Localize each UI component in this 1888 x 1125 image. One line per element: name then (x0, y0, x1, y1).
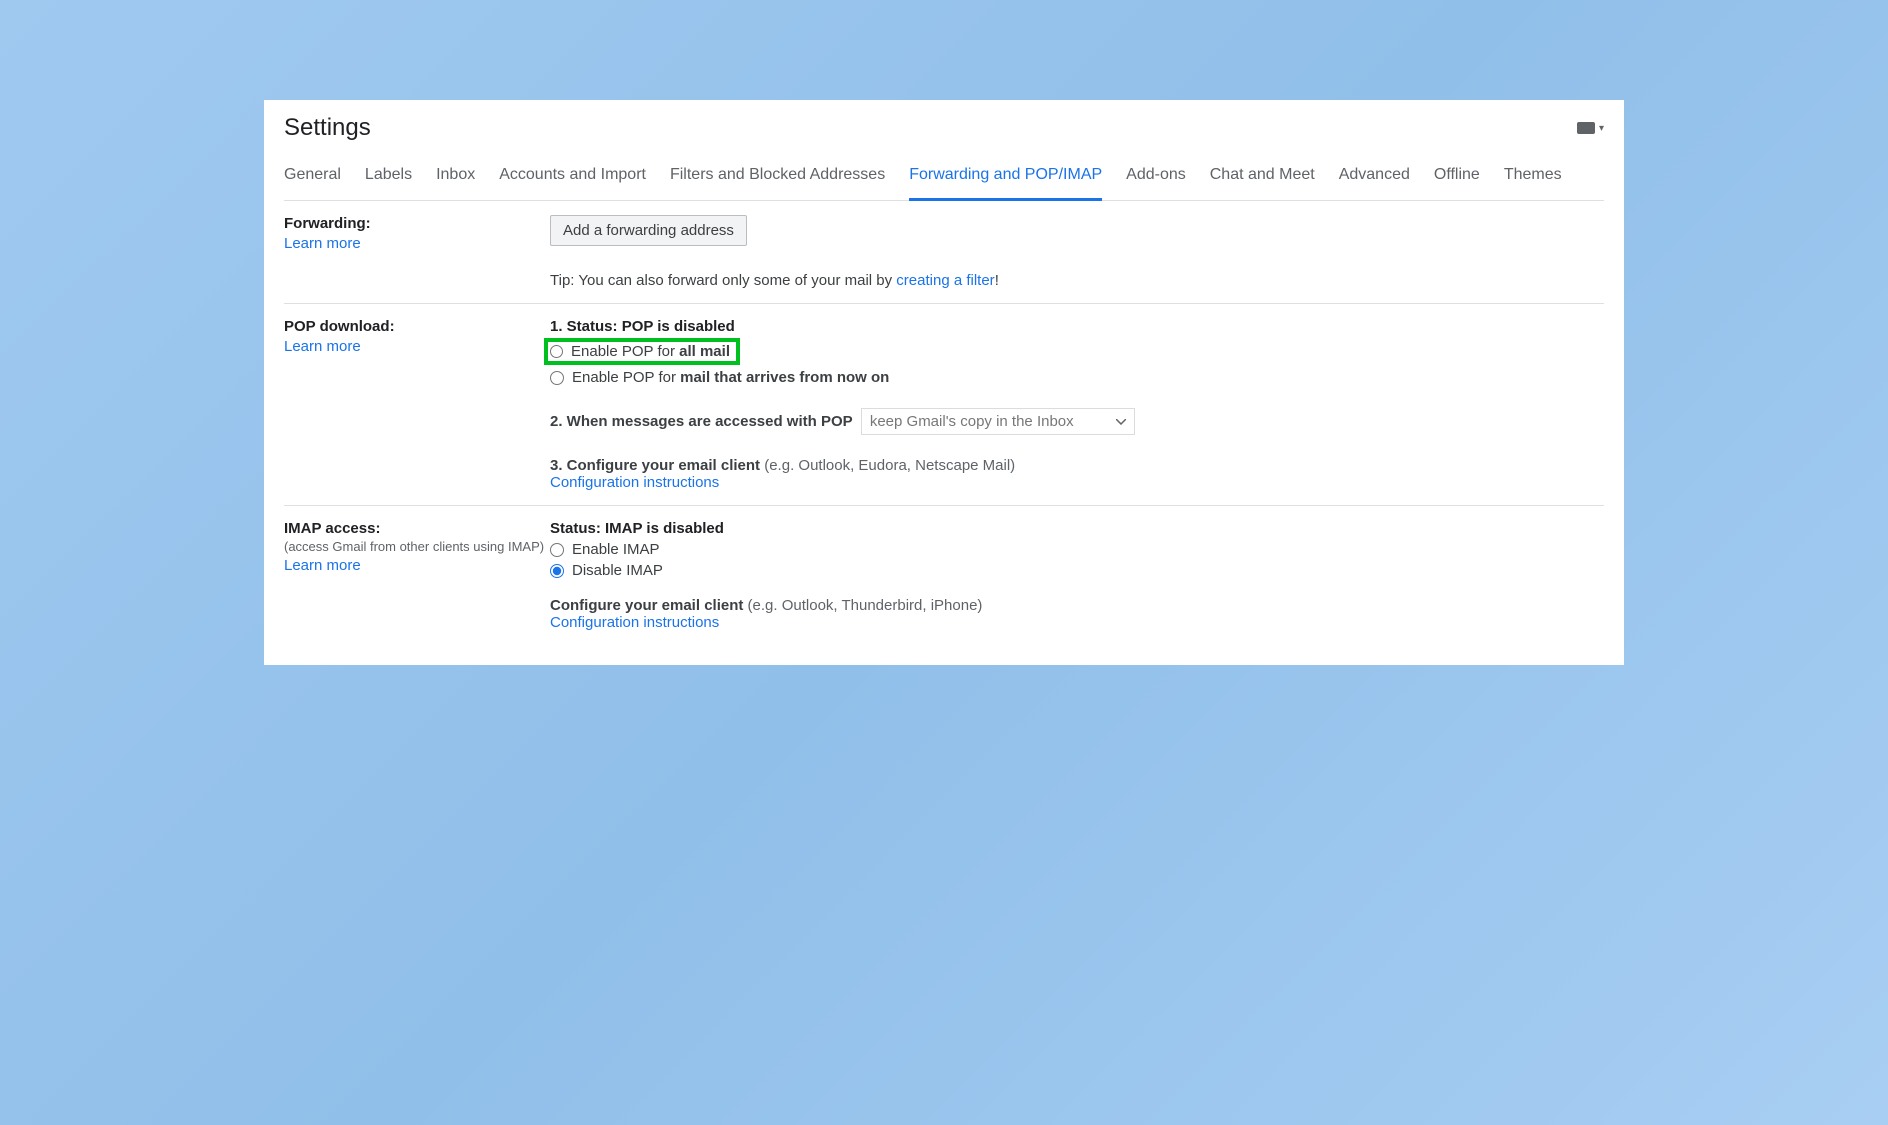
pop-enable-from-now-label: Enable POP for mail that arrives from no… (572, 369, 889, 386)
add-forwarding-address-button[interactable]: Add a forwarding address (550, 215, 747, 246)
tab-filters-and-blocked[interactable]: Filters and Blocked Addresses (670, 166, 885, 200)
imap-configure-examples: (e.g. Outlook, Thunderbird, iPhone) (748, 597, 983, 614)
pop-status-prefix: 1. Status: (550, 318, 622, 335)
title-row: Settings ▾ (284, 114, 1604, 148)
imap-enable-radio[interactable] (550, 543, 564, 557)
pop-learn-more-link[interactable]: Learn more (284, 338, 361, 355)
imap-status-prefix: Status: (550, 520, 605, 537)
pop-action-select[interactable]: keep Gmail's copy in the Inbox (861, 408, 1135, 435)
pop-step3: 3. Configure your email client (e.g. Out… (550, 457, 1604, 491)
page-title: Settings (284, 114, 371, 142)
tab-chat-and-meet[interactable]: Chat and Meet (1210, 166, 1315, 200)
tab-advanced[interactable]: Advanced (1339, 166, 1410, 200)
imap-enable-row: Enable IMAP (550, 541, 1604, 558)
pop-download-section: POP download: Learn more 1. Status: POP … (284, 304, 1604, 506)
imap-left: IMAP access: (access Gmail from other cl… (284, 520, 550, 631)
pop-opt1-prefix: Enable POP for (571, 343, 679, 360)
tab-themes[interactable]: Themes (1504, 166, 1562, 200)
pop-enable-from-now-radio[interactable] (550, 371, 564, 385)
settings-panel: Settings ▾ General Labels Inbox Accounts… (264, 100, 1624, 665)
pop-enable-all-mail-label: Enable POP for all mail (571, 343, 730, 360)
pop-opt2-bold: mail that arrives from now on (680, 369, 889, 386)
forwarding-heading: Forwarding: (284, 215, 550, 232)
imap-sub: (access Gmail from other clients using I… (284, 539, 550, 554)
tab-labels[interactable]: Labels (365, 166, 412, 200)
imap-access-section: IMAP access: (access Gmail from other cl… (284, 506, 1604, 645)
imap-right: Status: IMAP is disabled Enable IMAP Dis… (550, 520, 1604, 631)
pop-opt2-prefix: Enable POP for (572, 369, 680, 386)
pop-config-instructions-link[interactable]: Configuration instructions (550, 474, 719, 491)
imap-heading: IMAP access: (284, 520, 550, 537)
imap-learn-more-link[interactable]: Learn more (284, 557, 361, 574)
pop-enable-all-mail-radio[interactable] (550, 345, 563, 358)
pop-heading: POP download: (284, 318, 550, 335)
pop-step3-label: 3. Configure your email client (550, 457, 764, 474)
pop-status: 1. Status: POP is disabled (550, 318, 1604, 335)
pop-enable-all-mail-highlight: Enable POP for all mail (544, 338, 740, 365)
pop-status-value: POP is disabled (622, 318, 735, 335)
forwarding-tip-suffix: ! (995, 272, 999, 289)
imap-configure-label: Configure your email client (550, 597, 748, 614)
pop-enable-from-now-row: Enable POP for mail that arrives from no… (550, 369, 1604, 386)
forwarding-left: Forwarding: Learn more (284, 215, 550, 289)
pop-step3-examples: (e.g. Outlook, Eudora, Netscape Mail) (764, 457, 1015, 474)
imap-status: Status: IMAP is disabled (550, 520, 1604, 537)
tab-forwarding-pop-imap[interactable]: Forwarding and POP/IMAP (909, 166, 1102, 201)
pop-right: 1. Status: POP is disabled Enable POP fo… (550, 318, 1604, 491)
imap-disable-label: Disable IMAP (572, 562, 663, 579)
forwarding-learn-more-link[interactable]: Learn more (284, 235, 361, 252)
input-tools-dropdown[interactable]: ▾ (1577, 122, 1604, 134)
forwarding-tip-prefix: Tip: You can also forward only some of y… (550, 272, 896, 289)
imap-status-value: IMAP is disabled (605, 520, 724, 537)
tabs-bar: General Labels Inbox Accounts and Import… (284, 166, 1604, 201)
pop-step2-label: 2. When messages are accessed with POP (550, 413, 853, 430)
imap-disable-row: Disable IMAP (550, 562, 1604, 579)
pop-left: POP download: Learn more (284, 318, 550, 491)
tab-offline[interactable]: Offline (1434, 166, 1480, 200)
pop-step2: 2. When messages are accessed with POP k… (550, 408, 1604, 435)
forwarding-right: Add a forwarding address Tip: You can al… (550, 215, 1604, 289)
tab-add-ons[interactable]: Add-ons (1126, 166, 1186, 200)
imap-configure: Configure your email client (e.g. Outloo… (550, 597, 1604, 631)
forwarding-tip: Tip: You can also forward only some of y… (550, 272, 1604, 289)
pop-opt1-bold: all mail (679, 343, 730, 360)
imap-disable-radio[interactable] (550, 564, 564, 578)
chevron-down-icon: ▾ (1599, 123, 1604, 134)
keyboard-icon (1577, 122, 1595, 134)
tab-general[interactable]: General (284, 166, 341, 200)
forwarding-section: Forwarding: Learn more Add a forwarding … (284, 201, 1604, 304)
imap-enable-label: Enable IMAP (572, 541, 660, 558)
tab-accounts-and-import[interactable]: Accounts and Import (499, 166, 646, 200)
creating-a-filter-link[interactable]: creating a filter (896, 272, 994, 289)
imap-config-instructions-link[interactable]: Configuration instructions (550, 614, 719, 631)
tab-inbox[interactable]: Inbox (436, 166, 475, 200)
